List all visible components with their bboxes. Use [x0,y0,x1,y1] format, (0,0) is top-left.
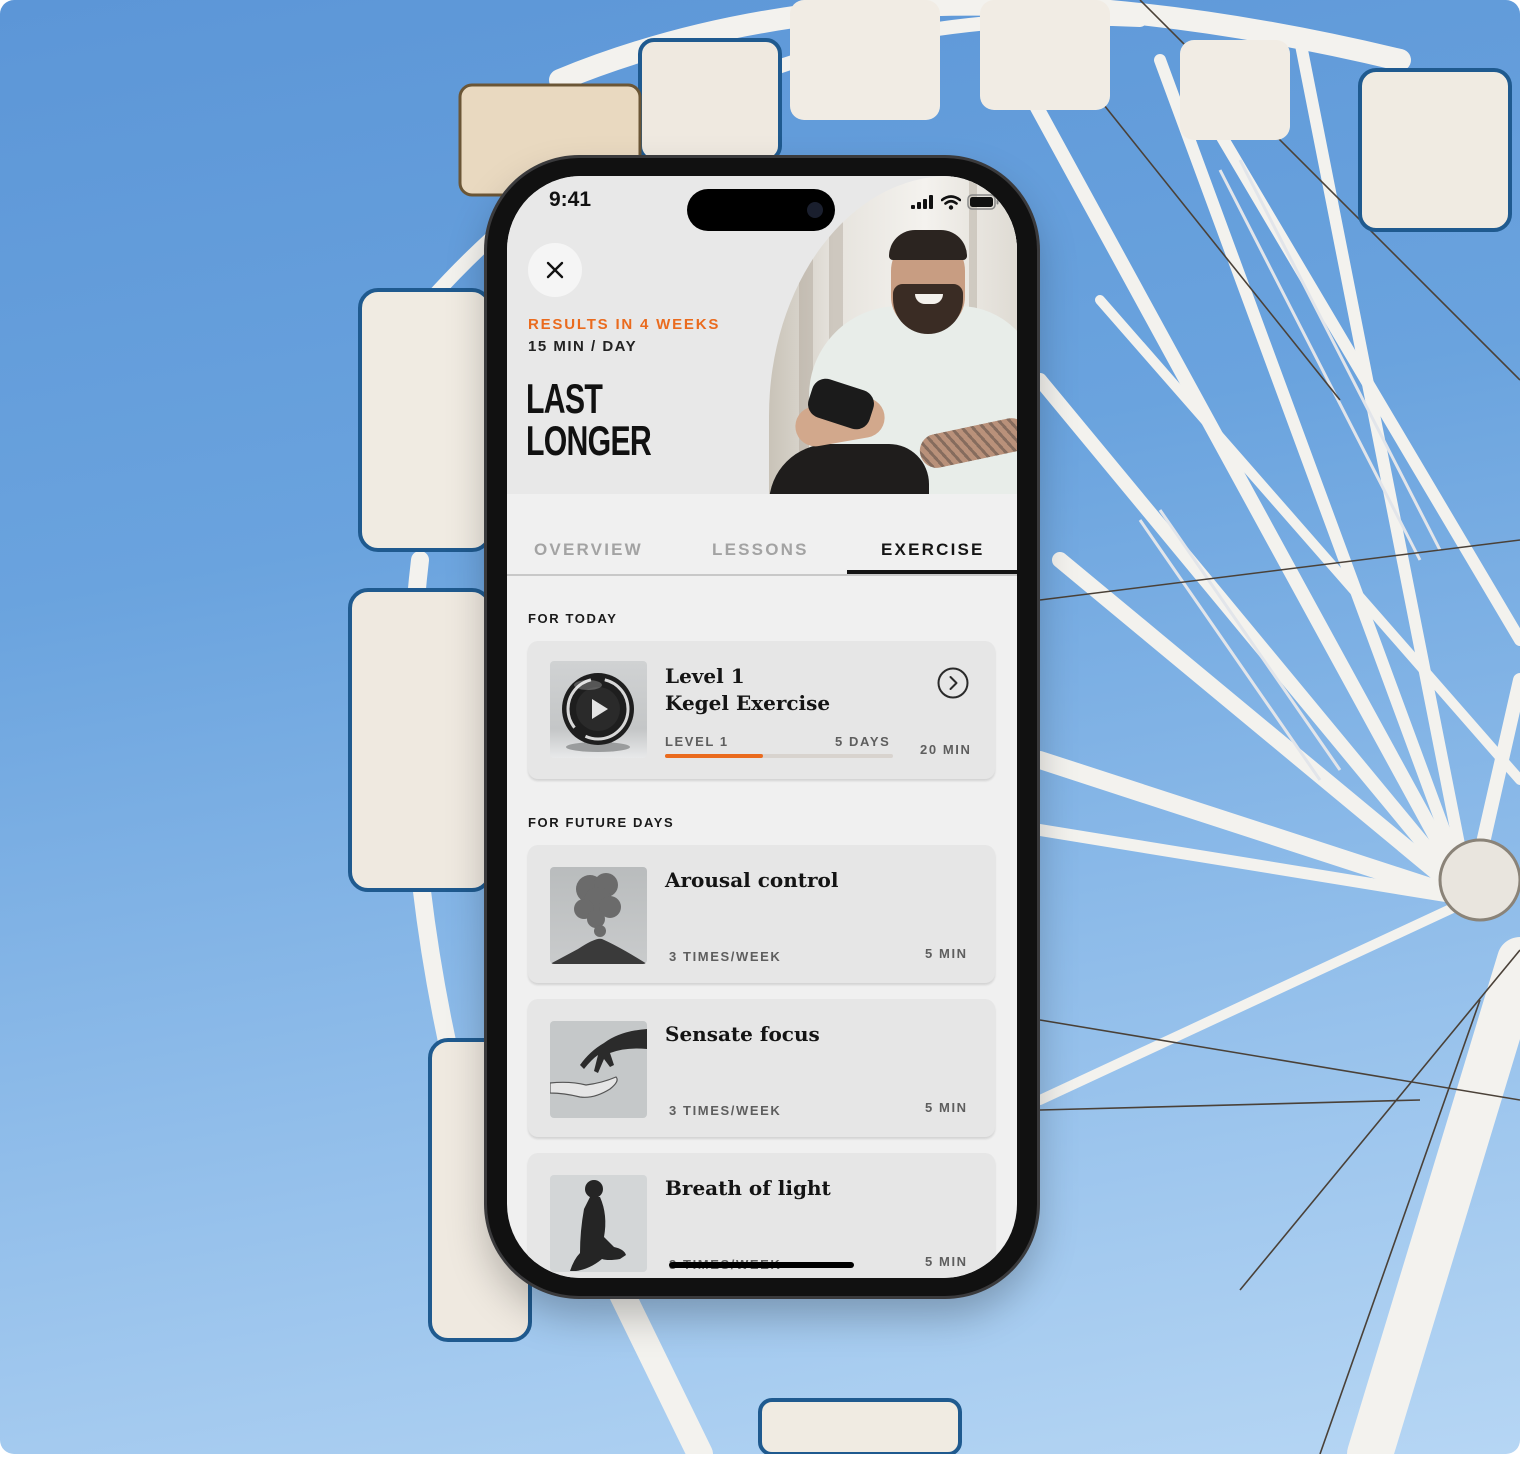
tab-overview[interactable]: OVERVIEW [534,540,643,560]
status-icons [911,194,999,210]
section-label-future: FOR FUTURE DAYS [528,815,675,830]
status-time: 9:41 [549,188,592,211]
tab-bar: OVERVIEW LESSONS EXERCISE [507,526,1017,576]
card-title: Level 1 Kegel Exercise [665,663,830,717]
cellular-signal-icon [911,195,933,209]
active-tab-indicator [847,570,1017,574]
level-label: LEVEL 1 [665,734,729,749]
close-icon [546,261,564,279]
battery-icon [967,194,999,210]
section-label-today: FOR TODAY [528,611,618,626]
card-title: Breath of light [665,1176,831,1200]
app-screen: 9:41 RESULTS IN 4 WEEKS 15 MIN / DAY LAS… [507,176,1017,1278]
tab-lessons[interactable]: LESSONS [712,540,809,560]
title-line-2: LONGER [526,417,652,464]
frequency-label: 3 TIMES/WEEK [669,1103,782,1118]
phone-frame: 9:41 RESULTS IN 4 WEEKS 15 MIN / DAY LAS… [487,158,1037,1296]
today-exercise-card[interactable]: Level 1 Kegel Exercise LEVEL 1 5 DAYS 20… [528,641,995,779]
results-kicker: RESULTS IN 4 WEEKS [528,316,721,333]
future-exercise-card[interactable]: Arousal control 3 TIMES/WEEK 5 MIN [528,845,995,983]
card-title: Sensate focus [665,1022,820,1046]
meditation-image [550,1175,647,1272]
volcano-image [550,867,647,964]
dynamic-island [687,189,835,231]
daily-time-label: 15 MIN / DAY [528,338,638,355]
level-progress-fill [665,754,764,758]
level-progress-bar [665,754,893,758]
home-indicator[interactable] [669,1262,854,1268]
hero-header: 9:41 RESULTS IN 4 WEEKS 15 MIN / DAY LAS… [507,176,1017,494]
kegel-thumbnail [550,661,647,758]
open-exercise-button[interactable] [937,667,969,699]
hands-image [550,1021,647,1118]
duration-label: 5 MIN [925,1100,968,1115]
chevron-right-circle-icon [937,667,969,699]
tab-exercise[interactable]: EXERCISE [881,540,985,560]
card-title: Arousal control [665,868,839,892]
card-title-line-1: Level 1 [665,664,745,688]
wifi-icon [941,194,961,210]
close-button[interactable] [528,243,582,297]
duration-label: 20 MIN [920,742,972,757]
title-line-1: LAST [526,375,603,422]
card-title-line-2: Kegel Exercise [665,691,831,715]
days-label: 5 DAYS [835,734,891,749]
future-exercise-card[interactable]: Breath of light 3 TIMES/WEEK 5 MIN [528,1153,995,1278]
page-title: LAST LONGER [526,375,652,464]
duration-label: 5 MIN [925,946,968,961]
duration-label: 5 MIN [925,1254,968,1269]
future-exercise-card[interactable]: Sensate focus 3 TIMES/WEEK 5 MIN [528,999,995,1137]
frequency-label: 3 TIMES/WEEK [669,949,782,964]
